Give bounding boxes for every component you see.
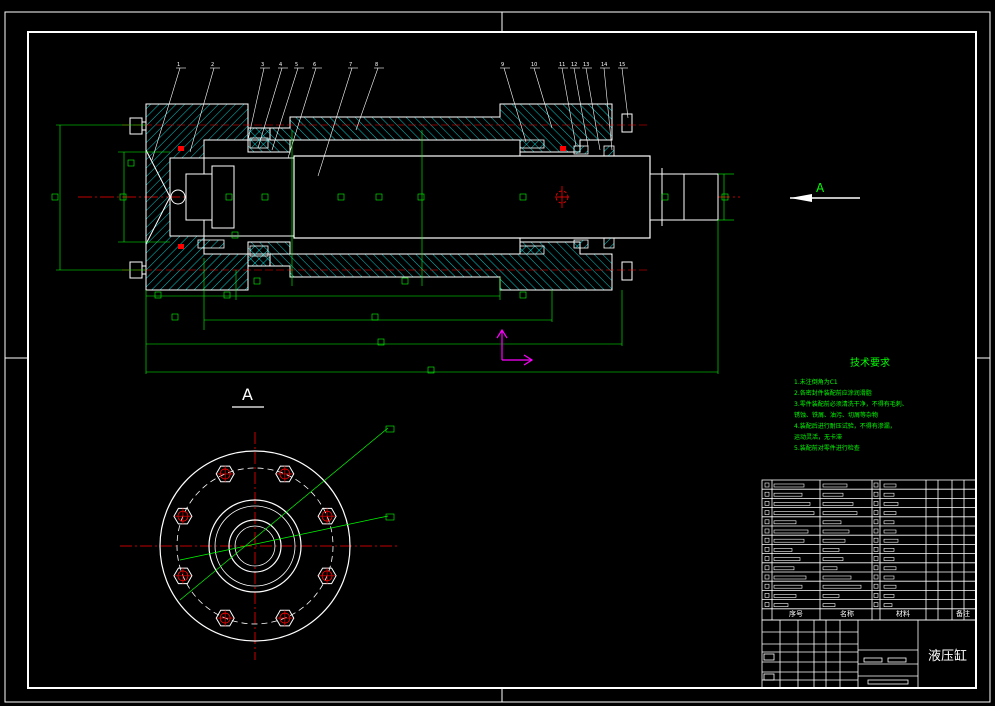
- cylinder-section-view: [78, 103, 740, 291]
- balloon-3: 3: [261, 62, 264, 68]
- view-title: A: [242, 385, 253, 404]
- balloon-8: 8: [375, 62, 378, 68]
- balloon-4: 4: [279, 62, 282, 68]
- ucs-icon: [496, 328, 534, 366]
- balloon-1: 1: [177, 62, 180, 68]
- balloon-9: 9: [501, 62, 504, 68]
- view-arrow-label: A: [816, 181, 825, 195]
- tech-req-title: 技术要求: [850, 356, 890, 369]
- tech-req-line: 4.装配后进行耐压试验，不得有渗漏，: [794, 422, 896, 430]
- balloon-2: 2: [211, 62, 214, 68]
- balloon-13: 13: [583, 62, 589, 68]
- header-name: 名称: [840, 609, 854, 618]
- tech-req-line: 1.未注倒角为C1: [794, 378, 838, 386]
- balloon-10: 10: [531, 62, 537, 68]
- barrel-bottom: [247, 241, 613, 291]
- header-material: 材料: [896, 609, 910, 618]
- balloon-labels: 1 2 3 4 5 6 7 8 9 10 11 12 13 14 15: [176, 62, 628, 69]
- tech-req-line: 3.零件装配前必须清洗干净，不得有毛刺、: [794, 400, 908, 408]
- piston-rod: [293, 155, 651, 239]
- balloon-6: 6: [313, 62, 316, 68]
- balloon-14: 14: [601, 62, 607, 68]
- tech-req-line: 运动灵活，无卡滞: [794, 433, 842, 441]
- header-no: 序号: [789, 609, 803, 618]
- cad-drawing-canvas: 1 2 3 4 5 6 7 8 9 10 11 12 13 14 15 A A …: [4, 11, 991, 703]
- balloon-5: 5: [295, 62, 298, 68]
- flange-view: A: [120, 385, 400, 660]
- header-remark: 备注: [956, 609, 970, 618]
- parts-list: [761, 479, 977, 621]
- title-name: 液压缸: [928, 648, 967, 664]
- parts-header: 序号 名称 材料 备注: [789, 609, 970, 618]
- technical-requirements: 技术要求 1.未注倒角为C1 2.各密封件装配前应涂润滑脂 3.零件装配前必须清洗干…: [794, 356, 908, 452]
- balloon-12: 12: [571, 62, 577, 68]
- tech-req-line: 2.各密封件装配前应涂润滑脂: [794, 389, 872, 397]
- tech-req-line: 5.装配前对零件进行检查: [794, 444, 860, 452]
- balloon-15: 15: [619, 62, 625, 68]
- balloon-11: 11: [559, 62, 565, 68]
- view-arrow: A: [790, 181, 860, 202]
- tech-req-line: 锈蚀、铁屑、油污、切屑等杂物: [794, 411, 878, 419]
- balloon-7: 7: [349, 62, 352, 68]
